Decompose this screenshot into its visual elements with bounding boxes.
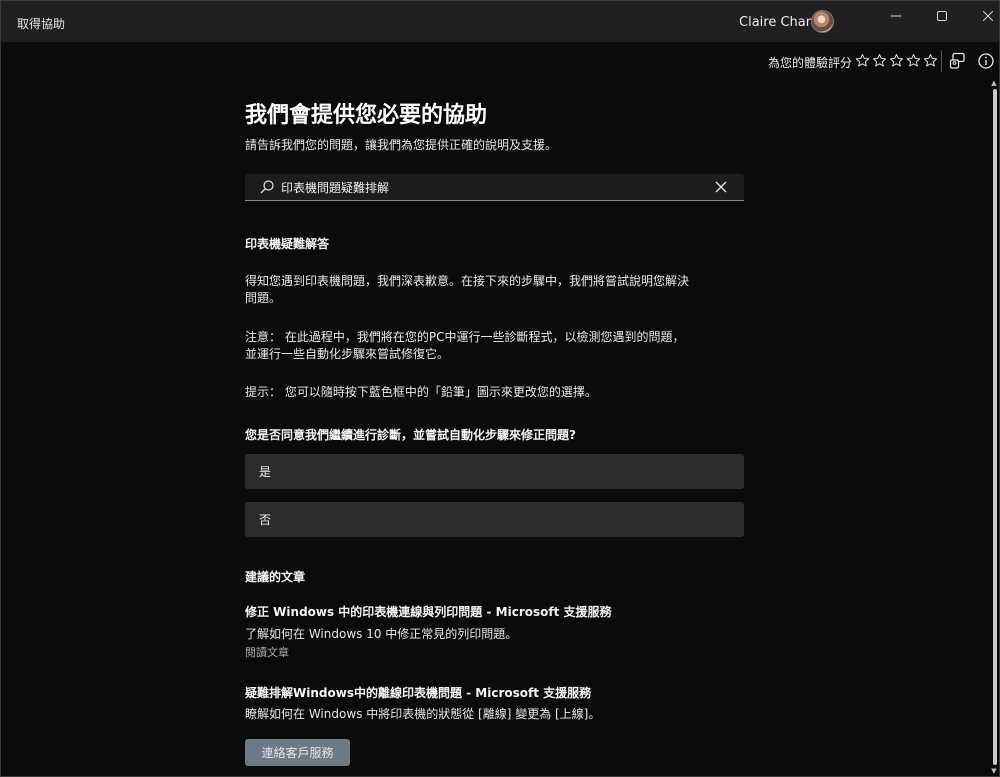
article-1-title[interactable]: 修正 Windows 中的印表機連線與列印問題 - Microsoft 支援服務: [245, 603, 612, 620]
choice-no-button[interactable]: 否: [245, 502, 744, 537]
app-title: 取得協助: [17, 17, 66, 31]
rating-label: 為您的體驗評分: [768, 56, 853, 70]
maximize-icon: [937, 11, 947, 21]
suggested-articles-heading: 建議的文章: [245, 570, 306, 584]
star-3-icon[interactable]: [888, 52, 904, 68]
share-screen-icon[interactable]: [949, 52, 967, 70]
star-2-icon[interactable]: [871, 52, 887, 68]
rating-stars: [854, 52, 938, 68]
troubleshooter-tip: 提示： 您可以隨時按下藍色框中的「鉛筆」圖示來更改您的選擇。: [245, 384, 715, 401]
note-label: 注意：: [245, 330, 282, 344]
star-4-icon[interactable]: [905, 52, 921, 68]
info-icon[interactable]: [977, 52, 995, 70]
star-1-icon[interactable]: [854, 52, 870, 68]
scroll-down-icon[interactable]: ▼: [990, 767, 998, 775]
tip-label: 提示：: [245, 385, 282, 399]
article-1-desc: 了解如何在 Windows 10 中修正常見的列印問題。: [245, 627, 518, 641]
maximize-button[interactable]: [919, 1, 965, 31]
close-icon: [983, 11, 993, 21]
close-button[interactable]: [965, 1, 999, 31]
title-bar[interactable]: 取得協助 Claire Chang: [1, 1, 999, 42]
page-subtitle: 請告訴我們您的問題，讓我們為您提供正確的說明及支援。: [245, 138, 558, 152]
minimize-button[interactable]: [873, 1, 919, 31]
troubleshooter-intro: 得知您遇到印表機問題，我們深表歉意。在接下來的步驟中，我們將嘗試說明您解決問題。: [245, 274, 690, 305]
article-2-title[interactable]: 疑難排解Windows中的離線印表機問題 - Microsoft 支援服務: [245, 684, 591, 701]
search-box[interactable]: [245, 174, 744, 201]
scroll-up-icon[interactable]: ▲: [990, 79, 998, 87]
search-input[interactable]: [281, 177, 701, 197]
tip-text: 您可以隨時按下藍色框中的「鉛筆」圖示來更改您的選擇。: [284, 385, 597, 399]
note-text: 在此過程中，我們將在您的PC中運行一些診斷程式，以檢測您遇到的問題，並運行一些自…: [245, 330, 685, 361]
get-help-window: 取得協助 Claire Chang 為您的體驗評分 ▲ ▼ 我們會提供您必要的協…: [0, 0, 1000, 777]
user-name[interactable]: Claire Chang: [739, 15, 822, 30]
contact-support-button[interactable]: 連絡客戶服務: [245, 739, 350, 766]
scroll-thumb[interactable]: [993, 89, 997, 765]
article-1-read-link[interactable]: 閱讀文章: [245, 644, 289, 660]
troubleshooter-title: 印表機疑難解答: [245, 237, 330, 251]
page-title: 我們會提供您必要的協助: [245, 103, 488, 128]
minimize-icon: [891, 15, 901, 17]
troubleshooter-note: 注意： 在此過程中，我們將在您的PC中運行一些診斷程式，以檢測您遇到的問題，並運…: [245, 329, 695, 363]
vertical-scrollbar[interactable]: ▲ ▼: [989, 79, 999, 775]
search-icon: [259, 179, 275, 195]
user-avatar[interactable]: [811, 10, 834, 33]
star-5-icon[interactable]: [922, 52, 938, 68]
article-2-desc: 瞭解如何在 Windows 中將印表機的狀態從 [離線] 變更為 [上線]。: [245, 707, 601, 721]
choice-yes-button[interactable]: 是: [245, 454, 744, 489]
consent-question: 您是否同意我們繼續進行診斷，並嘗試自動化步驟來修正問題?: [245, 428, 576, 442]
clear-search-icon[interactable]: [713, 179, 729, 195]
toolbar-divider: [941, 50, 942, 72]
